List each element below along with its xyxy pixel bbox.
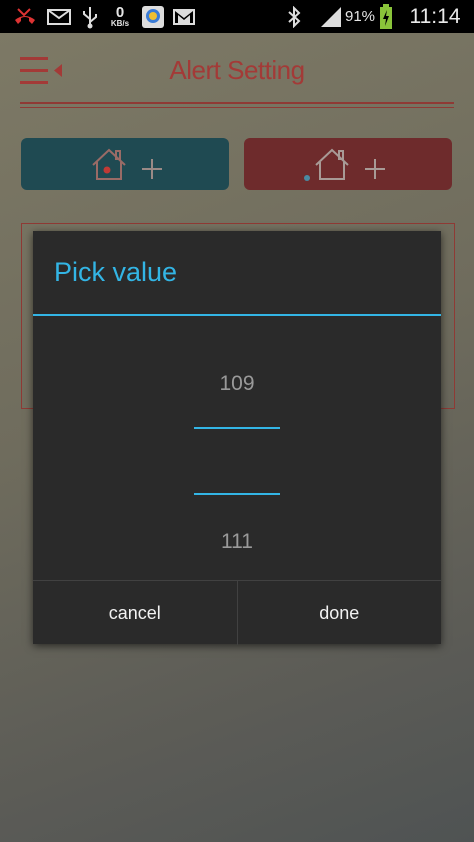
gmail-icon	[171, 0, 197, 33]
picker-selection-line-bottom	[194, 493, 280, 495]
missed-call-icon	[10, 0, 40, 33]
picker-selection-line-top	[194, 427, 280, 429]
cancel-button[interactable]: cancel	[33, 581, 237, 645]
picker-current-value-input[interactable]	[153, 431, 325, 493]
status-bar: 0 KB/s 91% 11:14	[0, 0, 474, 33]
clock: 11:14	[409, 4, 461, 28]
usb-icon	[78, 0, 102, 33]
mail-icon	[45, 0, 73, 33]
pick-value-dialog: Pick value 109 111 cancel done	[33, 231, 441, 645]
app-notification-icon	[139, 0, 167, 33]
kb-speed-indicator: 0 KB/s	[106, 0, 134, 33]
dialog-title: Pick value	[54, 257, 178, 287]
signal-icon	[318, 0, 344, 33]
done-button[interactable]: done	[236, 581, 442, 645]
dialog-title-divider	[33, 314, 441, 316]
battery-charging-icon	[376, 0, 396, 33]
picker-previous-value[interactable]: 109	[33, 372, 441, 396]
dialog-button-bar: cancel done	[33, 580, 441, 645]
picker-next-value[interactable]: 111	[33, 530, 441, 554]
kbs-value: 0	[115, 4, 125, 21]
battery-percent: 91%	[344, 8, 376, 25]
bluetooth-icon	[283, 0, 305, 33]
kbs-unit: KB/s	[110, 19, 130, 28]
